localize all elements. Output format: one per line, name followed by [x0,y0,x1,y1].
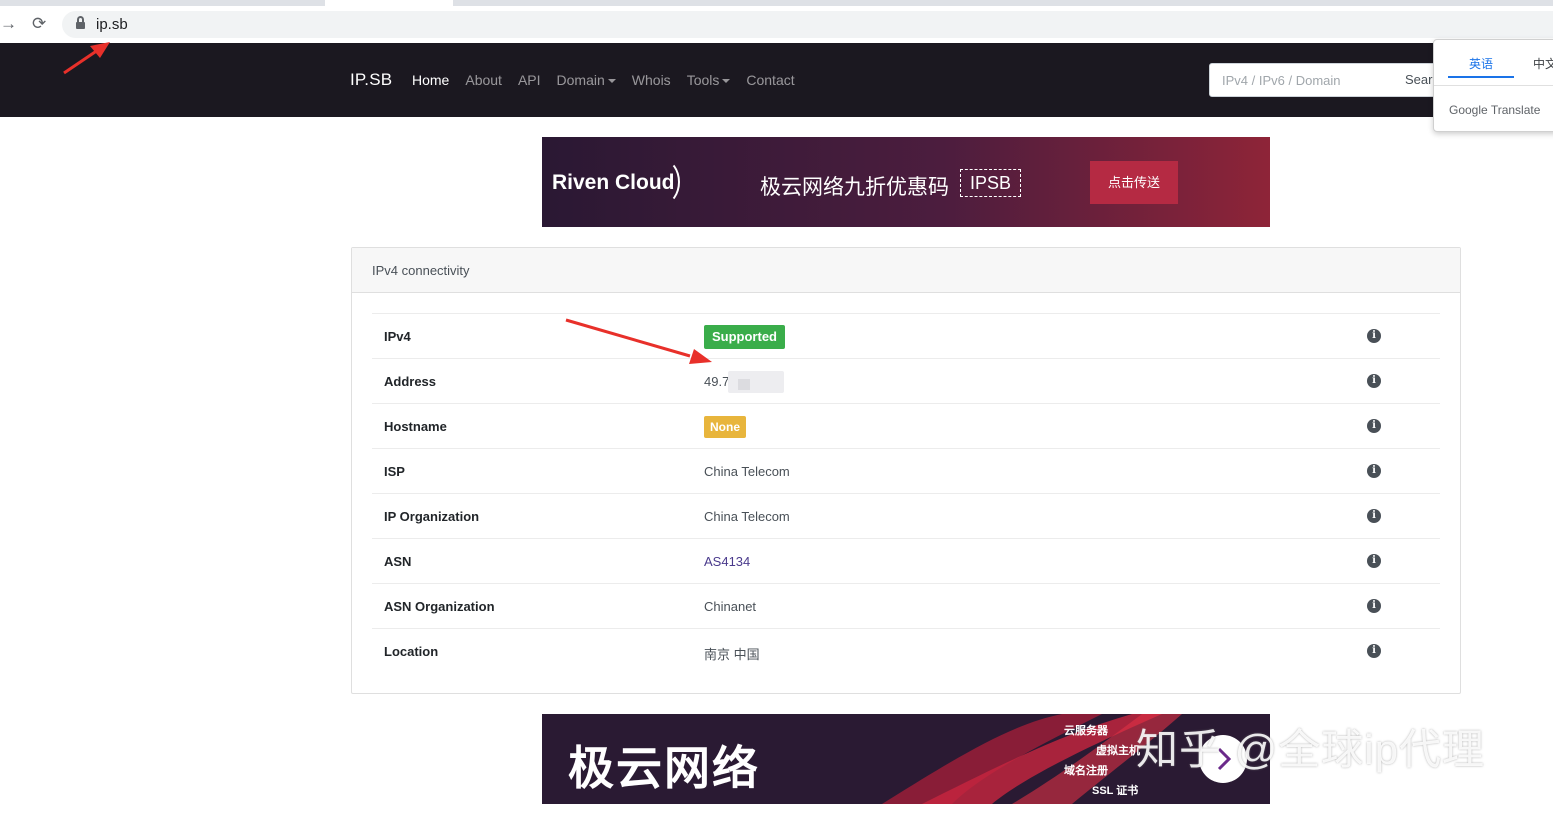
logo-arc-icon [646,159,680,205]
service-label: SSL 证书 [1092,785,1139,797]
nav-domain-label: Domain [556,72,605,88]
row-label: ASN [384,554,412,569]
ip-organization-value: China Telecom [704,509,790,524]
row-label: ASN Organization [384,599,495,614]
table-row: IP Organization China Telecom i [372,493,1440,538]
service-label: 域名注册 [1064,765,1108,777]
jiyun-logo: 极云网络 [568,742,760,794]
caret-down-icon [607,79,616,83]
info-icon[interactable]: i [1367,464,1381,478]
row-label: IP Organization [384,509,480,524]
nav-contact[interactable]: Contact [746,72,794,88]
promo-code: IPSB [960,169,1022,197]
nav-tools-label: Tools [686,72,720,88]
table-row: Address 49.7 i [372,358,1440,403]
info-icon[interactable]: i [1367,374,1381,388]
service-label: 云服务器 [1064,725,1108,737]
asn-organization-value: Chinanet [704,599,757,614]
row-label: Location [384,644,439,659]
info-icon[interactable]: i [1367,599,1381,613]
translate-tab-indicator [1448,76,1514,78]
translate-divider [1434,85,1553,86]
info-icon[interactable]: i [1367,419,1381,433]
table-row: Hostname None i [372,403,1440,448]
card-header: IPv4 connectivity [352,248,1460,293]
card-title: IPv4 connectivity [372,263,470,278]
reload-icon[interactable]: ⟳ [32,14,46,34]
row-label: Hostname [384,419,447,434]
arrow-right-icon[interactable]: → [0,14,17,34]
banner-cta-button[interactable]: 点击传送 [1090,161,1178,204]
row-label: ISP [384,464,405,479]
info-icon[interactable]: i [1367,509,1381,523]
site-brand[interactable]: IP.SB [350,70,392,90]
translate-tab-source[interactable]: 英语 [1469,55,1493,72]
location-value: 南京 中国 [704,647,760,662]
nav-domain-dropdown[interactable]: Domain [557,72,616,88]
nav-whois[interactable]: Whois [632,72,671,88]
nav-links: Home About API Domain Whois Tools Contac… [412,72,795,88]
browser-toolbar: → ⟳ ip.sb [0,6,1553,43]
row-label: Address [384,374,437,389]
address-bar[interactable]: ip.sb [62,11,1553,38]
status-badge-supported: Supported [704,325,785,349]
riven-cloud-banner[interactable]: Riven Cloud 极云网络九折优惠码 IPSB 点击传送 [542,137,1270,227]
table-row: ASN Organization Chinanet i [372,583,1440,628]
isp-value: China Telecom [704,464,790,479]
asn-link[interactable]: AS4134 [704,554,750,569]
table-row: Location 南京 中国 i [372,628,1440,673]
info-icon[interactable]: i [1367,554,1381,568]
nav-tools-dropdown[interactable]: Tools [687,72,731,88]
google-translate-popup: 英语 中文 Google Translate [1433,39,1553,132]
banner-promo-text: 极云网络九折优惠码 [760,176,949,199]
status-badge-none: None [704,416,746,438]
url-text[interactable]: ip.sb [96,16,128,33]
ipv4-connectivity-card: IPv4 connectivity IPv4 Supported i Addre… [351,247,1461,694]
site-navbar: IP.SB Home About API Domain Whois Tools … [0,43,1553,117]
redaction-blur [728,371,784,393]
caret-down-icon [722,79,731,83]
nav-api[interactable]: API [518,72,541,88]
search-input[interactable] [1209,63,1394,97]
service-label: 虚拟主机 [1096,745,1140,757]
lock-icon [76,16,85,30]
table-row: ASN AS4134 i [372,538,1440,583]
row-label: IPv4 [384,329,411,344]
google-translate-brand: Google Translate [1449,103,1541,117]
ip-address-value: 49.7 [704,374,730,389]
nav-about[interactable]: About [465,72,502,88]
table-row: IPv4 Supported i [372,313,1440,358]
zhihu-watermark: 知乎 @全球ip代理 [1136,726,1485,773]
info-table: IPv4 Supported i Address 49.7 i Hostname… [372,313,1440,673]
info-icon[interactable]: i [1367,644,1381,658]
nav-home[interactable]: Home [412,72,449,88]
info-icon[interactable]: i [1367,329,1381,343]
translate-tab-target[interactable]: 中文 [1533,55,1553,72]
table-row: ISP China Telecom i [372,448,1440,493]
